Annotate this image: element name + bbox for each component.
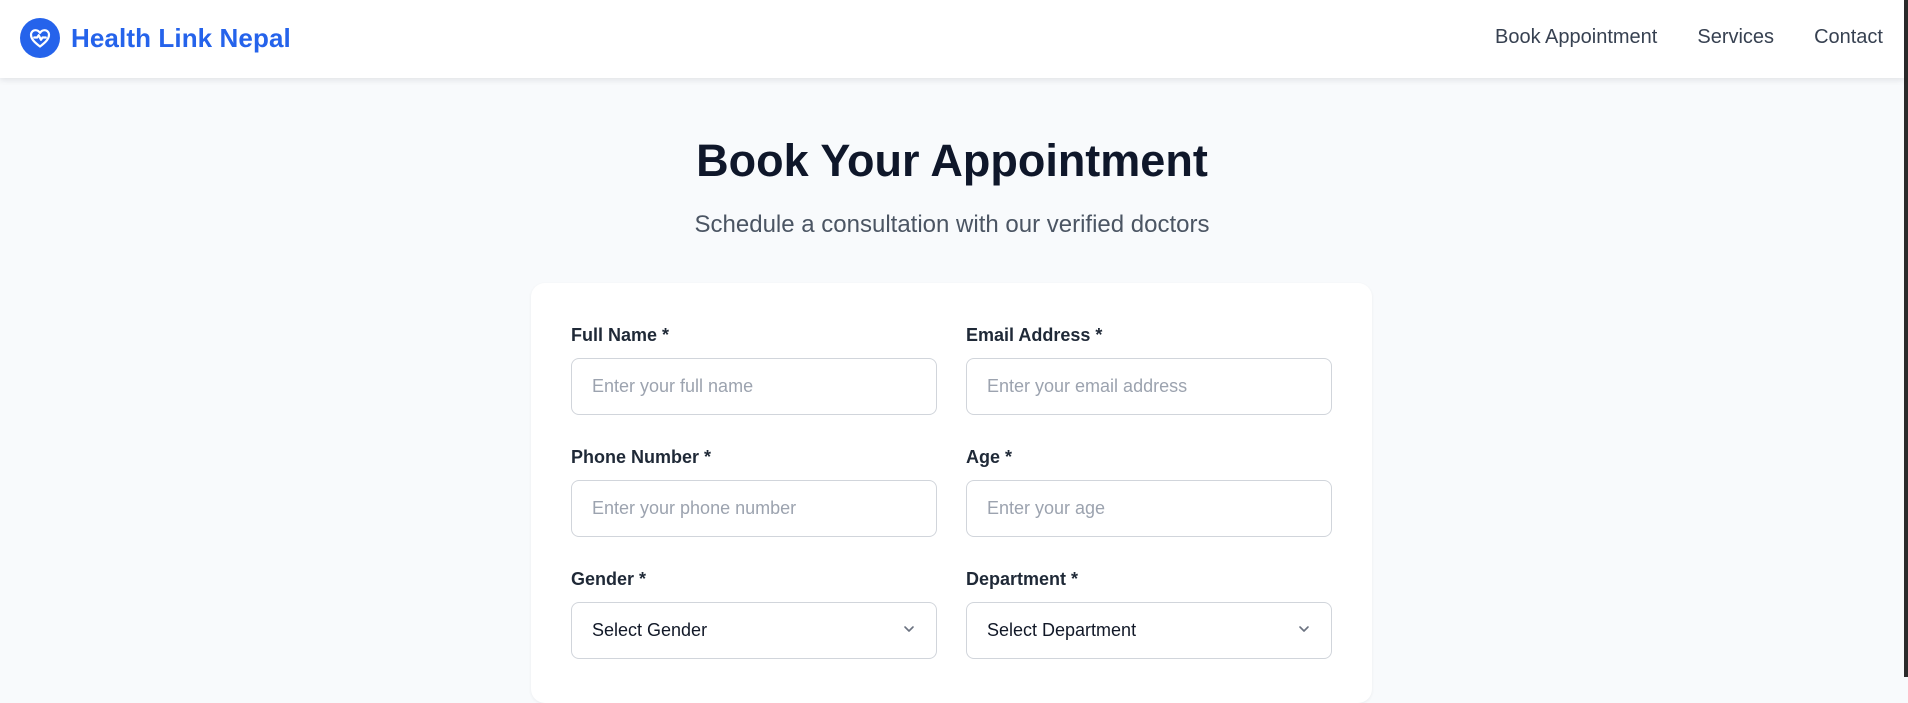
nav-link-book-appointment[interactable]: Book Appointment <box>1495 26 1657 49</box>
nav-link-services[interactable]: Services <box>1697 26 1774 49</box>
main-nav: Book Appointment Services Contact <box>1495 26 1883 49</box>
nav-link-contact[interactable]: Contact <box>1814 26 1883 49</box>
brand-name: Health Link Nepal <box>71 22 291 53</box>
gender-select[interactable]: Select Gender <box>571 602 937 659</box>
full-name-label: Full Name * <box>571 325 670 345</box>
page-scrollbar[interactable] <box>1904 0 1908 677</box>
chevron-down-icon <box>904 626 914 632</box>
chevron-down-icon <box>1299 626 1309 632</box>
department-group: Department * Select Department <box>966 567 1332 659</box>
gender-select-value: Select Gender <box>592 620 708 640</box>
age-group: Age * <box>966 445 1332 537</box>
age-label: Age * <box>966 447 1013 467</box>
heart-pulse-icon <box>20 18 60 58</box>
department-label: Department * <box>966 569 1079 589</box>
top-navbar: Health Link Nepal Book Appointment Servi… <box>0 0 1904 78</box>
phone-input[interactable] <box>571 480 937 537</box>
email-input[interactable] <box>966 358 1332 415</box>
phone-group: Phone Number * <box>571 445 937 537</box>
department-select-value: Select Department <box>987 620 1137 640</box>
full-name-group: Full Name * <box>571 323 937 415</box>
full-name-input[interactable] <box>571 358 937 415</box>
phone-label: Phone Number * <box>571 447 712 467</box>
email-label: Email Address * <box>966 325 1103 345</box>
page-title: Book Your Appointment <box>696 135 1208 186</box>
email-group: Email Address * <box>966 323 1332 415</box>
gender-group: Gender * Select Gender <box>571 567 937 659</box>
brand-link[interactable]: Health Link Nepal <box>20 18 291 58</box>
department-select[interactable]: Select Department <box>966 602 1332 659</box>
appointment-form: Full Name * Email Address * Phone Number… <box>531 283 1372 703</box>
age-input[interactable] <box>966 480 1332 537</box>
page-subtitle: Schedule a consultation with our verifie… <box>694 211 1210 238</box>
gender-label: Gender * <box>571 569 647 589</box>
